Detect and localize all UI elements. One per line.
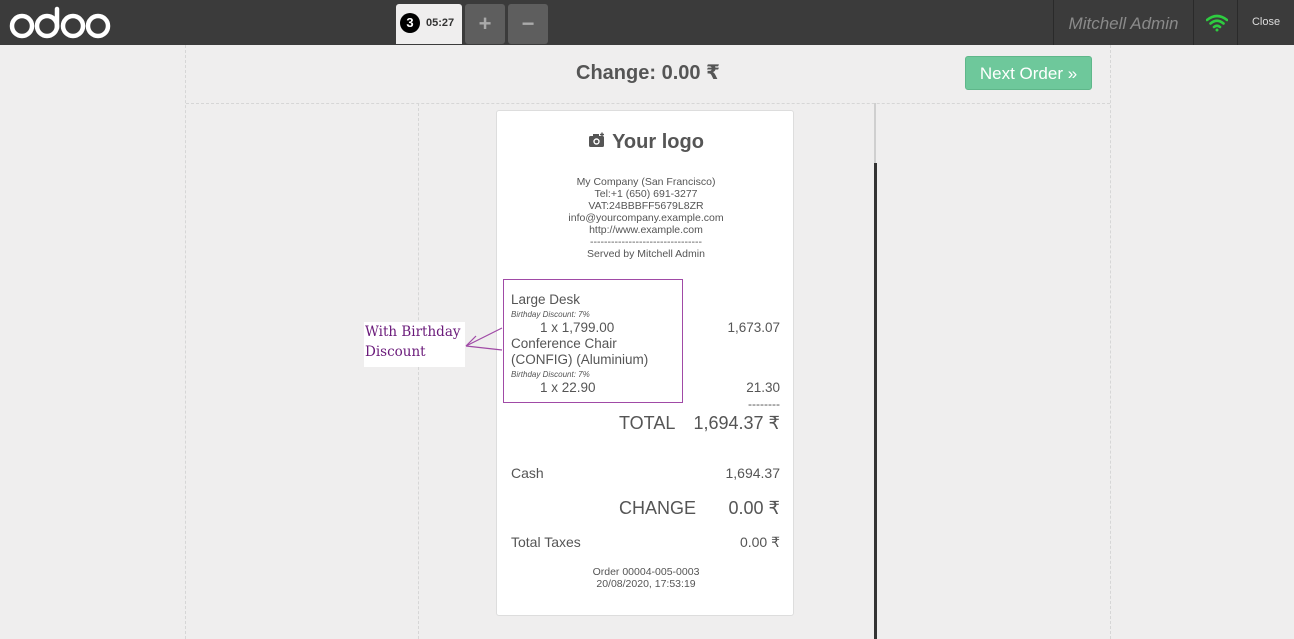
annotation-label: With Birthday Discount	[364, 322, 465, 367]
remove-order-button[interactable]: −	[508, 4, 548, 44]
wifi-icon[interactable]	[1205, 14, 1229, 37]
annotation-line: Discount	[365, 344, 426, 360]
user-name[interactable]: Mitchell Admin	[1054, 0, 1193, 45]
header-separator: --------------------------------	[590, 236, 702, 248]
annotation-highlight-box	[503, 279, 683, 403]
logo-text: Your logo	[612, 131, 704, 153]
company-name: My Company (San Francisco)	[576, 176, 716, 188]
payment-method-label: Cash	[511, 465, 544, 481]
receipt-footer: Order 00004-005-0003 20/08/2020, 17:53:1…	[497, 566, 795, 590]
order-date: 20/08/2020, 17:53:19	[596, 578, 696, 590]
scrollbar-track[interactable]	[874, 103, 876, 163]
company-logo: Your logo	[497, 131, 795, 154]
camera-icon	[588, 131, 606, 154]
scrollbar-thumb[interactable]	[874, 163, 877, 639]
total-label: TOTAL	[619, 413, 676, 433]
order-reference: Order 00004-005-0003	[592, 566, 700, 578]
divider	[1193, 0, 1194, 45]
order-number-badge: 3	[400, 13, 420, 33]
divider	[418, 103, 419, 639]
add-order-button[interactable]: +	[465, 4, 505, 44]
total-taxes-value: 0.00 ₹	[739, 534, 780, 550]
served-by: Served by Mitchell Admin	[587, 248, 705, 260]
change-label: CHANGE	[619, 498, 697, 518]
orderline-amount: 1,673.07	[727, 320, 780, 335]
company-email: info@yourcompany.example.com	[568, 212, 724, 224]
order-time: 05:27	[426, 17, 455, 29]
total-separator: --------	[748, 397, 780, 411]
top-bar: 3 05:27 + − Mitchell Admin Close	[0, 0, 1294, 45]
company-vat: VAT:24BBBFF5679L8ZR	[588, 200, 704, 212]
receipt-header: My Company (San Francisco) Tel:+1 (650) …	[497, 176, 795, 260]
odoo-logo	[9, 6, 111, 40]
order-tab[interactable]: 3 05:27	[396, 4, 462, 44]
close-button[interactable]: Close	[1238, 0, 1294, 45]
orderline-amount: 21.30	[746, 380, 780, 395]
annotation-line: With Birthday	[365, 324, 461, 340]
receipt-top-panel: Change: 0.00 ₹ Next Order »	[186, 45, 1110, 104]
next-order-button[interactable]: Next Order »	[965, 56, 1092, 90]
payment-amount: 1,694.37	[725, 465, 781, 481]
change-value: 0.00 ₹	[728, 498, 781, 518]
total-value: 1,694.37 ₹	[693, 413, 780, 433]
company-phone: Tel:+1 (650) 691-3277	[594, 188, 698, 200]
annotation-arrow-icon	[462, 326, 504, 357]
company-website: http://www.example.com	[589, 224, 703, 236]
total-taxes-label: Total Taxes	[511, 534, 581, 550]
